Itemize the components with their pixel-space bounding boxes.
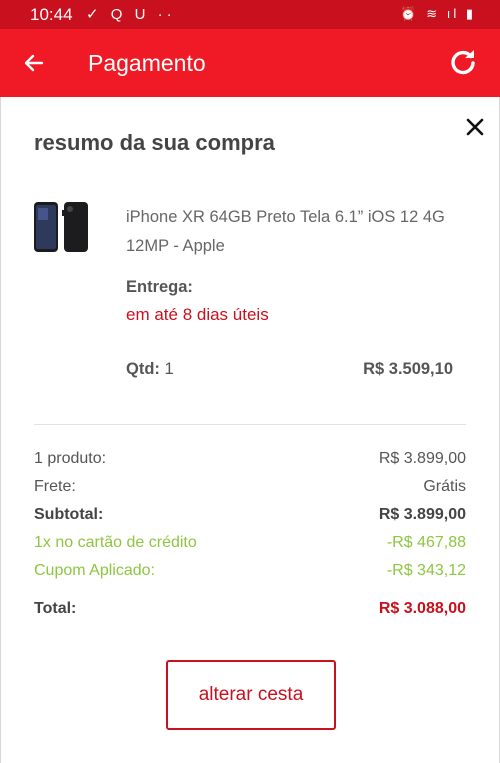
change-cart-button[interactable]: alterar cesta <box>166 660 336 730</box>
coupon-row: Cupom Aplicado: -R$ 343,12 <box>34 562 466 586</box>
shipping-value: Grátis <box>423 478 466 495</box>
card-discount-row: 1x no cartão de crédito -R$ 467,88 <box>34 534 466 558</box>
close-icon <box>466 118 484 136</box>
item-price: R$ 3.509,10 <box>363 360 453 378</box>
delivery-estimate: em até 8 dias úteis <box>126 305 269 324</box>
total-value: R$ 3.088,00 <box>378 600 466 617</box>
section-title: resumo da sua compra <box>34 130 275 155</box>
delivery-label: Entrega: <box>126 278 193 296</box>
arrow-left-icon <box>24 54 44 72</box>
quantity-label: Qtd: <box>126 360 160 378</box>
refresh-icon <box>451 50 475 75</box>
notification-icons: ✓ Q U ·· <box>86 6 176 23</box>
subtotal-row: Subtotal: R$ 3.899,00 <box>34 506 466 530</box>
card-discount-value: -R$ 467,88 <box>386 534 466 551</box>
products-value: R$ 3.899,00 <box>378 450 466 467</box>
products-row: 1 produto: R$ 3.899,00 <box>34 450 466 474</box>
quantity-line: Qtd: 1 <box>126 360 174 379</box>
system-status-icons: ⏰ ≋ ıl ▮ <box>400 6 476 21</box>
total-row: Total: R$ 3.088,00 <box>34 600 466 624</box>
quantity-value: 1 <box>164 360 174 378</box>
coupon-value: -R$ 343,12 <box>386 562 466 579</box>
app-bar: Pagamento <box>0 29 500 97</box>
close-button[interactable] <box>462 114 488 140</box>
product-name: iPhone XR 64GB Preto Tela 6.1” iOS 12 4G… <box>126 208 445 255</box>
subtotal-value: R$ 3.899,00 <box>378 506 466 523</box>
page-title: Pagamento <box>88 50 206 76</box>
refresh-button[interactable] <box>446 45 480 79</box>
back-button[interactable] <box>18 47 50 79</box>
shipping-label: Frete: <box>34 478 76 495</box>
shipping-row: Frete: Grátis <box>34 478 466 502</box>
product-image <box>34 202 88 252</box>
status-time: 10:44 <box>30 5 73 24</box>
subtotal-label: Subtotal: <box>34 506 104 523</box>
total-label: Total: <box>34 600 77 617</box>
divider <box>34 424 466 425</box>
products-label: 1 produto: <box>34 450 107 467</box>
status-bar: 10:44 ✓ Q U ·· ⏰ ≋ ıl ▮ <box>0 0 500 29</box>
card-discount-label: 1x no cartão de crédito <box>34 534 197 551</box>
coupon-label: Cupom Aplicado: <box>34 562 155 579</box>
